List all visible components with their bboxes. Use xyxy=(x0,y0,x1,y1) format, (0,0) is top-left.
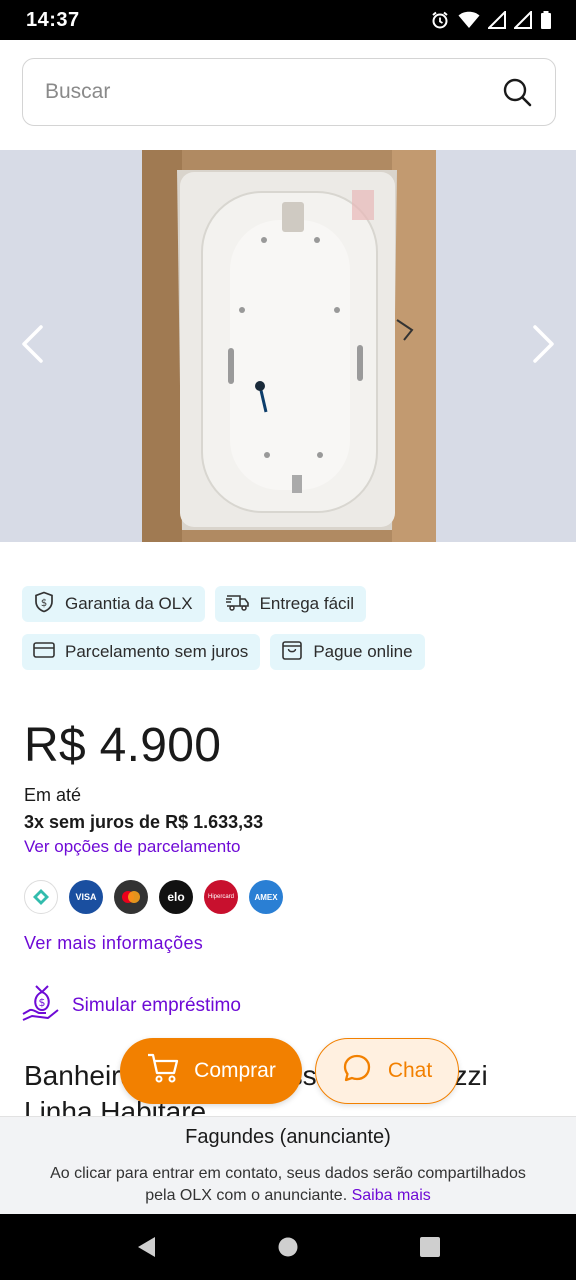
signal-icon-2 xyxy=(514,11,532,29)
badge-garantia: $ Garantia da OLX xyxy=(22,586,205,622)
loan-simulation-link[interactable]: $ Simular empréstimo xyxy=(22,982,241,1029)
disclaimer-line-1: Ao clicar para entrar em contato, seus d… xyxy=(50,1165,526,1182)
mastercard-icon xyxy=(114,880,148,914)
installment-options-link[interactable]: Ver opções de parcelamento xyxy=(24,837,240,857)
image-carousel[interactable] xyxy=(0,150,576,542)
buy-button[interactable]: Comprar xyxy=(120,1038,302,1104)
payment-methods: VISA elo Hipercard AMEX xyxy=(24,880,283,914)
carousel-prev-button[interactable] xyxy=(10,320,54,372)
recents-icon[interactable] xyxy=(419,1236,441,1258)
status-time: 14:37 xyxy=(26,8,80,31)
battery-icon xyxy=(540,11,552,29)
buy-label: Comprar xyxy=(194,1059,276,1082)
status-icons xyxy=(430,10,552,30)
advertiser-name: Fagundes (anunciante) xyxy=(185,1126,391,1148)
alarm-icon xyxy=(430,10,450,30)
learn-more-link[interactable]: Saiba mais xyxy=(352,1187,431,1204)
product-image[interactable] xyxy=(142,150,436,542)
delivery-truck-icon xyxy=(225,592,250,617)
badge-pague-online: Pague online xyxy=(270,634,425,670)
badge-label: Garantia da OLX xyxy=(65,594,193,613)
price-value: R$ 4.900 xyxy=(24,719,222,772)
hipercard-icon: Hipercard xyxy=(204,880,238,914)
money-bag-hand-icon: $ xyxy=(22,982,62,1029)
back-icon[interactable] xyxy=(135,1235,157,1259)
system-nav-bar xyxy=(0,1214,576,1280)
shopping-bag-icon xyxy=(281,639,303,666)
wifi-icon xyxy=(458,11,480,29)
loan-label: Simular empréstimo xyxy=(72,994,241,1016)
search-input[interactable] xyxy=(45,80,501,104)
elo-label: elo xyxy=(167,890,185,904)
badge-label: Pague online xyxy=(313,642,413,661)
hipercard-label: Hipercard xyxy=(207,894,234,900)
amex-icon: AMEX xyxy=(249,880,283,914)
signal-icon-1 xyxy=(488,11,506,29)
badge-label: Parcelamento sem juros xyxy=(65,642,249,661)
installment-prefix: Em até xyxy=(24,785,82,805)
svg-text:$: $ xyxy=(41,598,47,609)
badge-parcelamento: Parcelamento sem juros xyxy=(22,634,261,670)
chat-label: Chat xyxy=(387,1059,433,1082)
disclaimer-line-2: pela OLX com o anunciante. Saiba mais xyxy=(0,1185,576,1207)
feature-badges: $ Garantia da OLX Entrega fácil Parcelam… xyxy=(22,586,542,670)
badge-label: Entrega fácil xyxy=(259,594,355,613)
contact-disclaimer: Ao clicar para entrar em contato, seus d… xyxy=(0,1158,576,1214)
visa-icon: VISA xyxy=(69,880,103,914)
home-icon[interactable] xyxy=(277,1236,299,1258)
chat-button[interactable]: Chat xyxy=(315,1038,459,1104)
installment-text: 3x sem juros de R$ 1.633,33 xyxy=(24,812,264,832)
carousel-next-button[interactable] xyxy=(522,320,566,372)
status-bar: 14:37 xyxy=(0,0,576,40)
shield-dollar-icon: $ xyxy=(33,591,55,618)
pix-icon xyxy=(24,880,58,914)
search-bar[interactable] xyxy=(22,58,556,126)
advertiser-bar: Fagundes (anunciante) xyxy=(0,1116,576,1158)
shopping-cart-icon xyxy=(146,1052,180,1090)
chevron-left-icon xyxy=(19,324,45,369)
credit-card-icon xyxy=(33,641,55,664)
amex-label: AMEX xyxy=(254,892,278,902)
more-info-link[interactable]: Ver mais informações xyxy=(24,933,203,954)
disclaimer-line-2-text: pela OLX com o anunciante. xyxy=(145,1187,348,1204)
elo-icon: elo xyxy=(159,880,193,914)
badge-entrega: Entrega fácil xyxy=(214,586,367,622)
svg-text:$: $ xyxy=(39,996,46,1009)
visa-label: VISA xyxy=(75,892,97,902)
chat-bubble-icon xyxy=(342,1053,372,1089)
search-icon[interactable] xyxy=(501,76,533,108)
chevron-right-icon xyxy=(531,324,557,369)
